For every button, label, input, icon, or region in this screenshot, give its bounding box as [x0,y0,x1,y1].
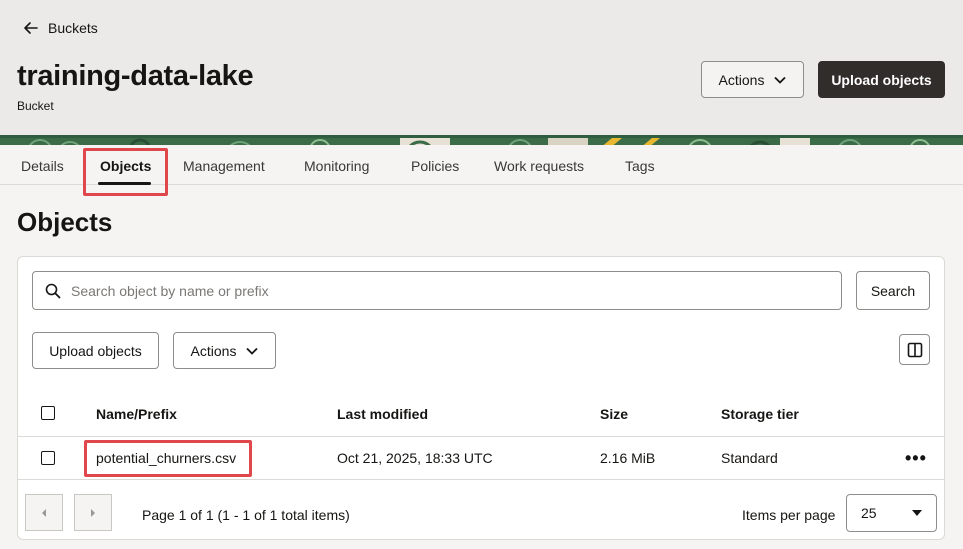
column-header-last-modified[interactable]: Last modified [337,406,428,422]
tab-management[interactable]: Management [183,158,265,174]
chevron-down-icon [774,76,787,84]
object-last-modified: Oct 21, 2025, 18:33 UTC [337,450,493,466]
search-field[interactable] [32,271,842,310]
upload-objects-label: Upload objects [49,342,142,359]
tab-work-requests[interactable]: Work requests [494,158,584,174]
search-button[interactable]: Search [856,271,930,310]
column-header-name[interactable]: Name/Prefix [96,406,177,422]
search-icon [45,283,61,298]
objects-actions-label: Actions [190,342,237,359]
decorative-banner [0,135,963,145]
header-actions-label: Actions [718,71,765,88]
items-per-page-value: 25 [861,505,877,521]
page-title: training-data-lake [17,60,254,92]
tab-details[interactable]: Details [21,158,64,174]
caret-down-icon [912,510,922,516]
items-per-page-select[interactable]: 25 [846,494,937,532]
search-button-label: Search [870,282,916,299]
column-header-storage-tier[interactable]: Storage tier [721,406,799,422]
table-row-divider [18,479,944,480]
chevron-down-icon [246,347,259,355]
section-title: Objects [17,207,113,237]
header-upload-objects-button[interactable]: Upload objects [818,61,945,98]
page-subtitle: Bucket [17,99,54,113]
pagination-info: Page 1 of 1 (1 - 1 of 1 total items) [142,507,350,523]
objects-actions-button[interactable]: Actions [173,332,276,369]
previous-page-button[interactable] [25,494,63,531]
object-size: 2.16 MiB [600,450,656,466]
manage-columns-button[interactable] [899,334,930,365]
more-icon[interactable]: ••• [905,448,927,469]
tab-monitoring[interactable]: Monitoring [304,158,369,174]
tab-policies[interactable]: Policies [411,158,459,174]
back-to-buckets-link[interactable]: Buckets [22,19,98,37]
search-input[interactable] [71,282,811,299]
items-per-page-label: Items per page [742,507,836,523]
arrow-left-icon [24,22,38,34]
object-storage-tier: Standard [721,450,778,466]
next-page-button[interactable] [74,494,112,531]
header-actions-button[interactable]: Actions [701,61,804,98]
active-tab-indicator [98,182,151,185]
column-header-size[interactable]: Size [600,406,628,422]
tab-objects[interactable]: Objects [100,158,151,174]
tab-tags[interactable]: Tags [625,158,655,174]
chevron-left-icon [42,508,46,517]
header-upload-label: Upload objects [831,71,932,88]
row-checkbox[interactable] [41,451,55,465]
chevron-right-icon [91,508,95,517]
select-all-checkbox[interactable] [41,406,55,420]
table-header-divider [18,436,944,437]
object-name-link[interactable]: potential_churners.csv [96,450,236,466]
upload-objects-button[interactable]: Upload objects [32,332,159,369]
back-label: Buckets [48,20,98,36]
columns-icon [907,342,922,357]
